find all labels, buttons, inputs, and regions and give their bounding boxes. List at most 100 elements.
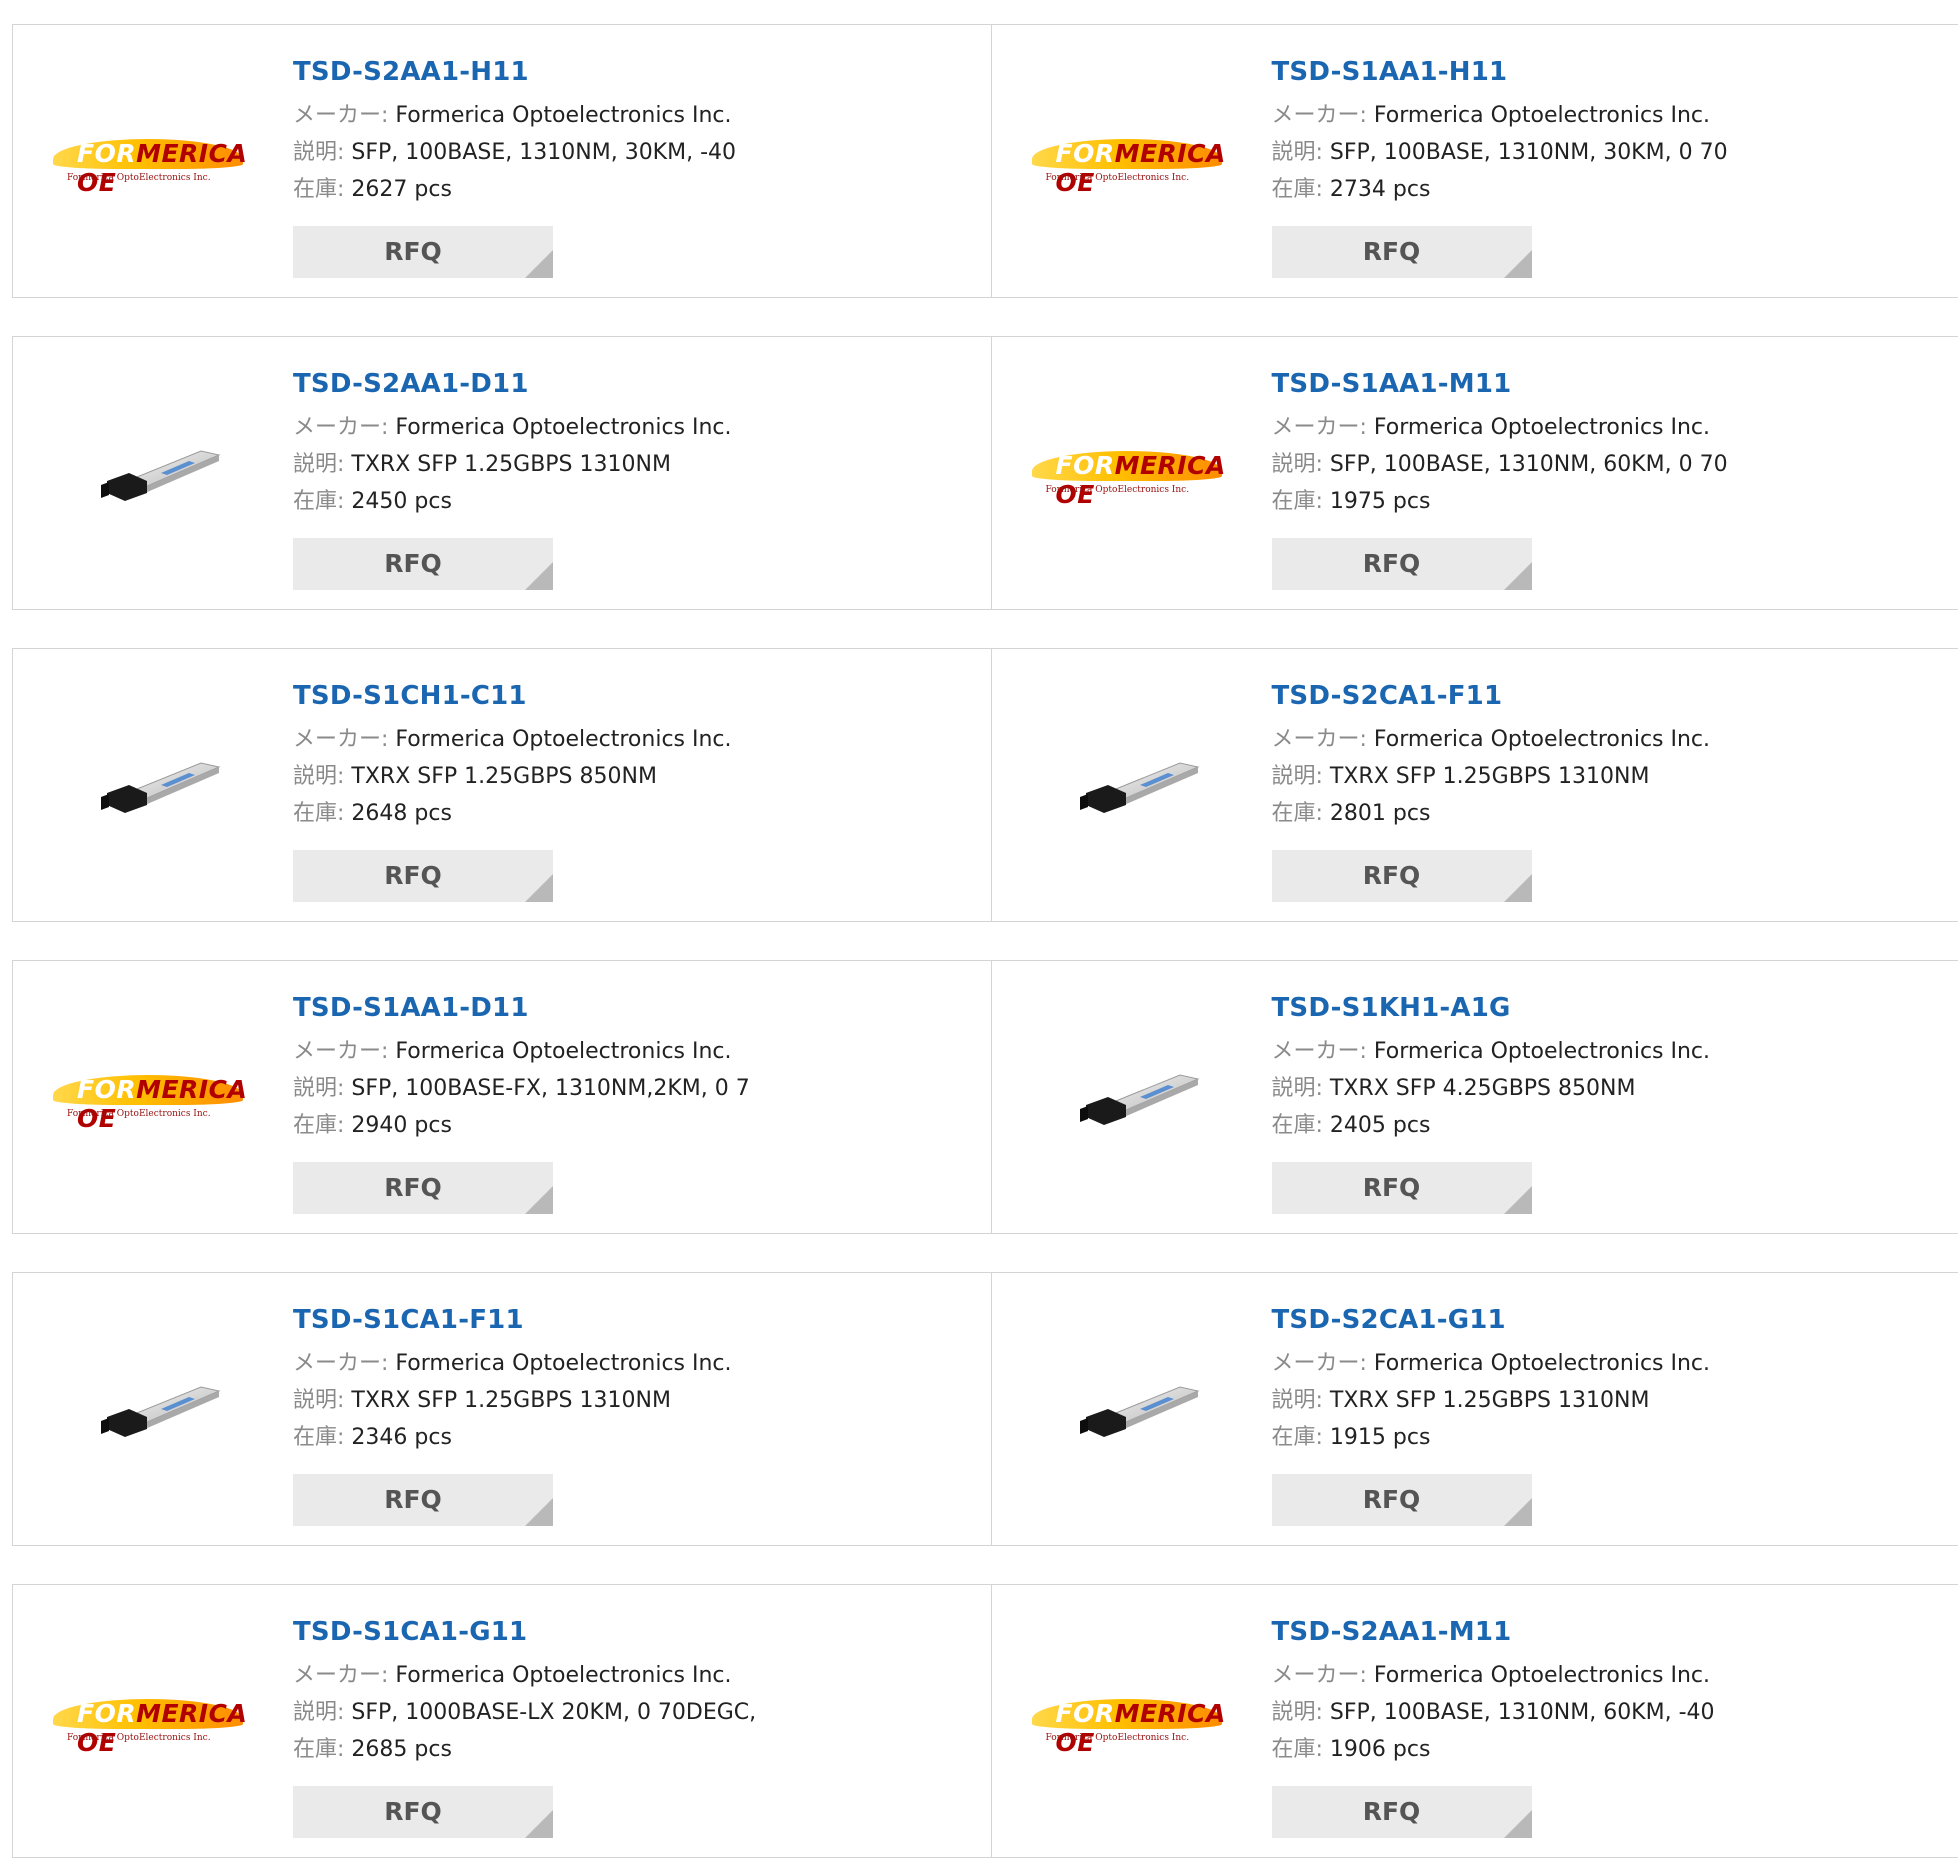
- product-info: TSD-S2CA1-G11 メーカー: Formerica Optoelectr…: [1272, 1303, 1711, 1456]
- corner-triangle-icon: [525, 874, 553, 902]
- rfq-button[interactable]: RFQ: [293, 1162, 553, 1214]
- logo-subtitle: Formerica OptoElectronics Inc.: [67, 1109, 211, 1119]
- corner-triangle-icon: [1504, 250, 1532, 278]
- product-card: FORMERICA OEFormerica OptoElectronics In…: [13, 1585, 991, 1857]
- sfp-module-icon: [1028, 1377, 1226, 1441]
- stock-value: 1915 pcs: [1330, 1425, 1431, 1450]
- rfq-button[interactable]: RFQ: [1272, 1162, 1532, 1214]
- maker-label: メーカー:: [293, 1039, 388, 1064]
- part-number-link[interactable]: TSD-S2CA1-G11: [1272, 1303, 1711, 1337]
- description-label: 説明:: [293, 452, 344, 477]
- rfq-label: RFQ: [1363, 1173, 1421, 1202]
- rfq-button[interactable]: RFQ: [1272, 226, 1532, 278]
- maker-line: メーカー: Formerica Optoelectronics Inc.: [293, 721, 732, 758]
- description-label: 説明:: [293, 1388, 344, 1413]
- maker-value: Formerica Optoelectronics Inc.: [1374, 727, 1710, 752]
- product-card: TSD-S1CA1-F11 メーカー: Formerica Optoelectr…: [13, 1273, 991, 1545]
- formerica-logo[interactable]: FORMERICA OEFormerica OptoElectronics In…: [49, 1065, 247, 1129]
- formerica-logo-mark: FORMERICA OEFormerica OptoElectronics In…: [49, 1693, 247, 1749]
- sfp-module-image[interactable]: [1028, 1065, 1226, 1129]
- maker-value: Formerica Optoelectronics Inc.: [395, 727, 731, 752]
- logo-subtitle: Formerica OptoElectronics Inc.: [67, 173, 211, 183]
- logo-wordmark: FORMERICA OE: [77, 1075, 247, 1133]
- product-card: TSD-S1KH1-A1G メーカー: Formerica Optoelectr…: [991, 961, 1958, 1233]
- stock-line: 在庫: 2685 pcs: [293, 1731, 756, 1768]
- part-number-link[interactable]: TSD-S1CA1-F11: [293, 1303, 732, 1337]
- description-value: SFP, 100BASE, 1310NM, 60KM, 0 70: [1330, 452, 1728, 477]
- description-value: TXRX SFP 1.25GBPS 1310NM: [1330, 1388, 1650, 1413]
- part-number-link[interactable]: TSD-S1AA1-M11: [1272, 367, 1728, 401]
- stock-line: 在庫: 2734 pcs: [1272, 171, 1728, 208]
- part-number-link[interactable]: TSD-S2AA1-M11: [1272, 1615, 1715, 1649]
- part-number-link[interactable]: TSD-S1CA1-G11: [293, 1615, 756, 1649]
- formerica-logo[interactable]: FORMERICA OEFormerica OptoElectronics In…: [49, 129, 247, 193]
- maker-line: メーカー: Formerica Optoelectronics Inc.: [1272, 1657, 1715, 1694]
- part-number-link[interactable]: TSD-S2CA1-F11: [1272, 679, 1711, 713]
- part-number-link[interactable]: TSD-S1AA1-D11: [293, 991, 750, 1025]
- stock-value: 1975 pcs: [1330, 489, 1431, 514]
- rfq-button[interactable]: RFQ: [293, 1786, 553, 1838]
- sfp-module-image[interactable]: [1028, 753, 1226, 817]
- sfp-module-image[interactable]: [49, 753, 247, 817]
- rfq-button[interactable]: RFQ: [293, 226, 553, 278]
- rfq-label: RFQ: [384, 237, 442, 266]
- description-value: SFP, 100BASE-FX, 1310NM,2KM, 0 7: [351, 1076, 749, 1101]
- description-line: 説明: SFP, 100BASE, 1310NM, 30KM, 0 70: [1272, 134, 1728, 171]
- rfq-button[interactable]: RFQ: [293, 850, 553, 902]
- formerica-logo[interactable]: FORMERICA OEFormerica OptoElectronics In…: [1028, 1689, 1226, 1753]
- maker-label: メーカー:: [1272, 415, 1367, 440]
- formerica-logo-mark: FORMERICA OEFormerica OptoElectronics In…: [1028, 1693, 1226, 1749]
- stock-label: 在庫:: [293, 489, 344, 514]
- stock-value: 2346 pcs: [351, 1425, 452, 1450]
- rfq-button[interactable]: RFQ: [1272, 1786, 1532, 1838]
- formerica-logo[interactable]: FORMERICA OEFormerica OptoElectronics In…: [49, 1689, 247, 1753]
- rfq-label: RFQ: [1363, 861, 1421, 890]
- part-number-link[interactable]: TSD-S1AA1-H11: [1272, 55, 1728, 89]
- product-card: FORMERICA OEFormerica OptoElectronics In…: [991, 1585, 1958, 1857]
- product-row: FORMERICA OE Formerica OptoElectronics In…: [12, 24, 1958, 298]
- sfp-module-icon: [49, 753, 247, 817]
- stock-line: 在庫: 2346 pcs: [293, 1419, 732, 1456]
- stock-label: 在庫:: [293, 1425, 344, 1450]
- maker-value: Formerica Optoelectronics Inc.: [395, 1663, 731, 1688]
- part-number-link[interactable]: TSD-S2AA1-D11: [293, 367, 732, 401]
- maker-value: Formerica Optoelectronics Inc.: [395, 103, 731, 128]
- corner-triangle-icon: [1504, 562, 1532, 590]
- rfq-button[interactable]: RFQ: [1272, 850, 1532, 902]
- maker-value: Formerica Optoelectronics Inc.: [1374, 103, 1710, 128]
- stock-line: 在庫: 1975 pcs: [1272, 483, 1728, 520]
- rfq-button[interactable]: RFQ: [1272, 1474, 1532, 1526]
- formerica-logo[interactable]: FORMERICA OEFormerica OptoElectronics In…: [1028, 129, 1226, 193]
- corner-triangle-icon: [525, 1498, 553, 1526]
- product-card: FORMERICA OEFormerica OptoElectronics In…: [991, 337, 1958, 609]
- stock-label: 在庫:: [1272, 177, 1323, 202]
- sfp-module-image[interactable]: [49, 441, 247, 505]
- product-info: TSD-S2AA1-H11 メーカー: Formerica Optoelectr…: [293, 55, 736, 208]
- description-line: 説明: SFP, 100BASE, 1310NM, 30KM, -40: [293, 134, 736, 171]
- logo-subtitle: Formerica OptoElectronics Inc.: [1046, 485, 1190, 495]
- part-number-link[interactable]: TSD-S2AA1-H11: [293, 55, 736, 89]
- rfq-label: RFQ: [384, 861, 442, 890]
- product-info: TSD-S1AA1-M11 メーカー: Formerica Optoelectr…: [1272, 367, 1728, 520]
- stock-label: 在庫:: [1272, 1737, 1323, 1762]
- rfq-button[interactable]: RFQ: [1272, 538, 1532, 590]
- part-number-link[interactable]: TSD-S1CH1-C11: [293, 679, 732, 713]
- sfp-module-image[interactable]: [1028, 1377, 1226, 1441]
- logo-subtitle: Formerica OptoElectronics Inc.: [67, 1733, 211, 1743]
- formerica-logo-mark: FORMERICA OEFormerica OptoElectronics In…: [1028, 133, 1226, 189]
- rfq-button[interactable]: RFQ: [293, 538, 553, 590]
- stock-line: 在庫: 1906 pcs: [1272, 1731, 1715, 1768]
- formerica-logo-mark: FORMERICA OEFormerica OptoElectronics In…: [49, 1069, 247, 1125]
- rfq-button[interactable]: RFQ: [293, 1474, 553, 1526]
- stock-line: 在庫: 2405 pcs: [1272, 1107, 1711, 1144]
- maker-line: メーカー: Formerica Optoelectronics Inc.: [293, 409, 732, 446]
- stock-value: 1906 pcs: [1330, 1737, 1431, 1762]
- formerica-logo[interactable]: FORMERICA OEFormerica OptoElectronics In…: [1028, 441, 1226, 505]
- logo-wordmark: FORMERICA OE: [1056, 139, 1226, 197]
- stock-value: 2405 pcs: [1330, 1113, 1431, 1138]
- sfp-module-image[interactable]: [49, 1377, 247, 1441]
- description-label: 説明:: [1272, 764, 1323, 789]
- description-label: 説明:: [1272, 1076, 1323, 1101]
- part-number-link[interactable]: TSD-S1KH1-A1G: [1272, 991, 1711, 1025]
- product-info: TSD-S1CA1-F11 メーカー: Formerica Optoelectr…: [293, 1303, 732, 1456]
